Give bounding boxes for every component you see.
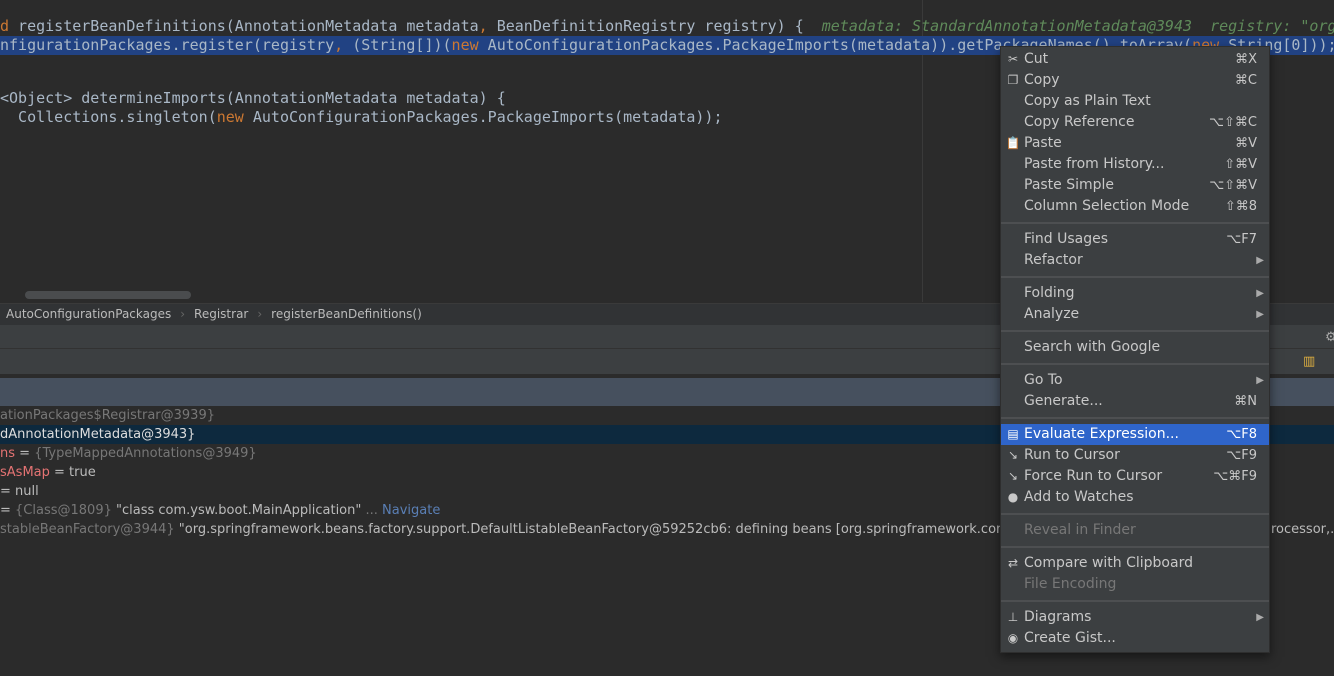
run-to-cursor-icon: ↘ bbox=[1007, 448, 1019, 462]
menu-item-label: Column Selection Mode bbox=[1024, 198, 1190, 214]
menu-item-copy-reference[interactable]: Copy Reference ⌥⇧⌘C bbox=[1001, 112, 1269, 133]
menu-item-copy[interactable]: ❐ Copy ⌘C bbox=[1001, 70, 1269, 91]
submenu-arrow-icon: ▶ bbox=[1256, 309, 1264, 320]
shortcut-label: ⇧⌘V bbox=[1224, 157, 1257, 172]
menu-item-folding[interactable]: Folding ▶ bbox=[1001, 283, 1269, 304]
copy-icon: ❐ bbox=[1007, 73, 1019, 87]
horizontal-scrollbar[interactable] bbox=[25, 291, 191, 299]
breadcrumb-item[interactable]: AutoConfigurationPackages bbox=[6, 307, 171, 321]
shortcut-label: ⌘X bbox=[1235, 52, 1257, 67]
shortcut-label: ⌥F8 bbox=[1226, 427, 1257, 442]
scissors-icon: ✂ bbox=[1007, 52, 1019, 66]
menu-item-label: Compare with Clipboard bbox=[1024, 555, 1193, 571]
calculator-icon: ▤ bbox=[1007, 427, 1019, 441]
menu-item-label: Add to Watches bbox=[1024, 489, 1134, 505]
menu-separator bbox=[1001, 217, 1269, 229]
submenu-arrow-icon: ▶ bbox=[1256, 612, 1264, 623]
menu-item-run-to-cursor[interactable]: ↘ Run to Cursor ⌥F9 bbox=[1001, 445, 1269, 466]
breadcrumb-item[interactable]: registerBeanDefinitions() bbox=[271, 307, 422, 321]
force-run-to-cursor-icon: ↘ bbox=[1007, 469, 1019, 483]
shortcut-label: ⌥F7 bbox=[1226, 232, 1257, 247]
menu-item-label: File Encoding bbox=[1024, 576, 1117, 592]
menu-item-compare-with-clipboard[interactable]: ⇄ Compare with Clipboard bbox=[1001, 553, 1269, 574]
menu-item-paste-from-history[interactable]: Paste from History... ⇧⌘V bbox=[1001, 154, 1269, 175]
menu-item-label: Generate... bbox=[1024, 393, 1103, 409]
submenu-arrow-icon: ▶ bbox=[1256, 255, 1264, 266]
menu-separator bbox=[1001, 508, 1269, 520]
menu-item-find-usages[interactable]: Find Usages ⌥F7 bbox=[1001, 229, 1269, 250]
menu-separator bbox=[1001, 595, 1269, 607]
menu-item-add-to-watches[interactable]: ● Add to Watches bbox=[1001, 487, 1269, 508]
menu-item-column-selection-mode[interactable]: Column Selection Mode ⇧⌘8 bbox=[1001, 196, 1269, 217]
submenu-arrow-icon: ▶ bbox=[1256, 288, 1264, 299]
menu-item-analyze[interactable]: Analyze ▶ bbox=[1001, 304, 1269, 325]
menu-item-refactor[interactable]: Refactor ▶ bbox=[1001, 250, 1269, 271]
menu-item-reveal-in-finder: Reveal in Finder bbox=[1001, 520, 1269, 541]
menu-item-label: Cut bbox=[1024, 51, 1049, 67]
menu-item-label: Run to Cursor bbox=[1024, 447, 1120, 463]
menu-item-label: Go To bbox=[1024, 372, 1063, 388]
menu-item-generate[interactable]: Generate... ⌘N bbox=[1001, 391, 1269, 412]
menu-item-search-with-google[interactable]: Search with Google bbox=[1001, 337, 1269, 358]
menu-item-label: Reveal in Finder bbox=[1024, 522, 1136, 538]
menu-item-paste-simple[interactable]: Paste Simple ⌥⇧⌘V bbox=[1001, 175, 1269, 196]
menu-separator bbox=[1001, 541, 1269, 553]
menu-item-label: Paste from History... bbox=[1024, 156, 1165, 172]
paste-icon: 📋 bbox=[1005, 136, 1021, 150]
menu-item-create-gist[interactable]: ◉ Create Gist... bbox=[1001, 628, 1269, 649]
inline-debug-hint: metadata: StandardAnnotationMetadata@394… bbox=[821, 17, 1334, 35]
shortcut-label: ⌘C bbox=[1234, 73, 1257, 88]
code-line: Collections.singleton(new AutoConfigurat… bbox=[0, 108, 723, 126]
compare-icon: ⇄ bbox=[1007, 556, 1019, 570]
menu-item-label: Evaluate Expression... bbox=[1024, 426, 1179, 442]
menu-item-paste[interactable]: 📋 Paste ⌘V bbox=[1001, 133, 1269, 154]
navigate-link[interactable]: Navigate bbox=[382, 503, 440, 518]
menu-separator bbox=[1001, 412, 1269, 424]
menu-item-label: Copy as Plain Text bbox=[1024, 93, 1151, 109]
restore-layout-icon[interactable]: ▥ bbox=[1303, 354, 1315, 369]
menu-item-label: Copy Reference bbox=[1024, 114, 1135, 130]
menu-item-label: Search with Google bbox=[1024, 339, 1161, 355]
shortcut-label: ⌥⇧⌘C bbox=[1209, 115, 1257, 130]
menu-separator bbox=[1001, 271, 1269, 283]
menu-item-evaluate-expression[interactable]: ▤ Evaluate Expression... ⌥F8 bbox=[1001, 424, 1269, 445]
chevron-right-icon: › bbox=[257, 307, 263, 321]
shortcut-label: ⌥⌘F9 bbox=[1213, 469, 1257, 484]
menu-item-label: Diagrams bbox=[1024, 609, 1092, 625]
shortcut-label: ⌘V bbox=[1235, 136, 1257, 151]
diagram-icon: ⊥ bbox=[1007, 610, 1019, 624]
menu-item-label: Create Gist... bbox=[1024, 630, 1116, 646]
watches-icon: ● bbox=[1007, 490, 1019, 504]
menu-item-diagrams[interactable]: ⊥ Diagrams ▶ bbox=[1001, 607, 1269, 628]
code-line: d registerBeanDefinitions(AnnotationMeta… bbox=[0, 17, 1334, 36]
github-icon: ◉ bbox=[1007, 631, 1019, 645]
menu-item-label: Analyze bbox=[1024, 306, 1080, 322]
menu-item-label: Force Run to Cursor bbox=[1024, 468, 1163, 484]
shortcut-label: ⌥F9 bbox=[1226, 448, 1257, 463]
menu-item-file-encoding: File Encoding bbox=[1001, 574, 1269, 595]
chevron-right-icon: › bbox=[180, 307, 186, 321]
code-line: <Object> determineImports(AnnotationMeta… bbox=[0, 89, 506, 107]
shortcut-label: ⌥⇧⌘V bbox=[1209, 178, 1257, 193]
shortcut-label: ⌘N bbox=[1234, 394, 1257, 409]
menu-separator bbox=[1001, 358, 1269, 370]
shortcut-label: ⇧⌘8 bbox=[1224, 199, 1257, 214]
gear-icon[interactable]: ⚙ bbox=[1325, 330, 1334, 345]
menu-item-label: Copy bbox=[1024, 72, 1060, 88]
menu-item-go-to[interactable]: Go To ▶ bbox=[1001, 370, 1269, 391]
menu-item-label: Paste bbox=[1024, 135, 1062, 151]
menu-item-label: Find Usages bbox=[1024, 231, 1109, 247]
menu-item-copy-as-plain-text[interactable]: Copy as Plain Text bbox=[1001, 91, 1269, 112]
menu-item-label: Refactor bbox=[1024, 252, 1083, 268]
menu-item-cut[interactable]: ✂ Cut ⌘X bbox=[1001, 49, 1269, 70]
submenu-arrow-icon: ▶ bbox=[1256, 375, 1264, 386]
breadcrumb-item[interactable]: Registrar bbox=[194, 307, 248, 321]
context-menu: ✂ Cut ⌘X ❐ Copy ⌘C Copy as Plain Text Copy Refe… bbox=[1000, 46, 1270, 653]
menu-separator bbox=[1001, 325, 1269, 337]
menu-item-label: Paste Simple bbox=[1024, 177, 1115, 193]
menu-item-force-run-to-cursor[interactable]: ↘ Force Run to Cursor ⌥⌘F9 bbox=[1001, 466, 1269, 487]
menu-item-label: Folding bbox=[1024, 285, 1075, 301]
